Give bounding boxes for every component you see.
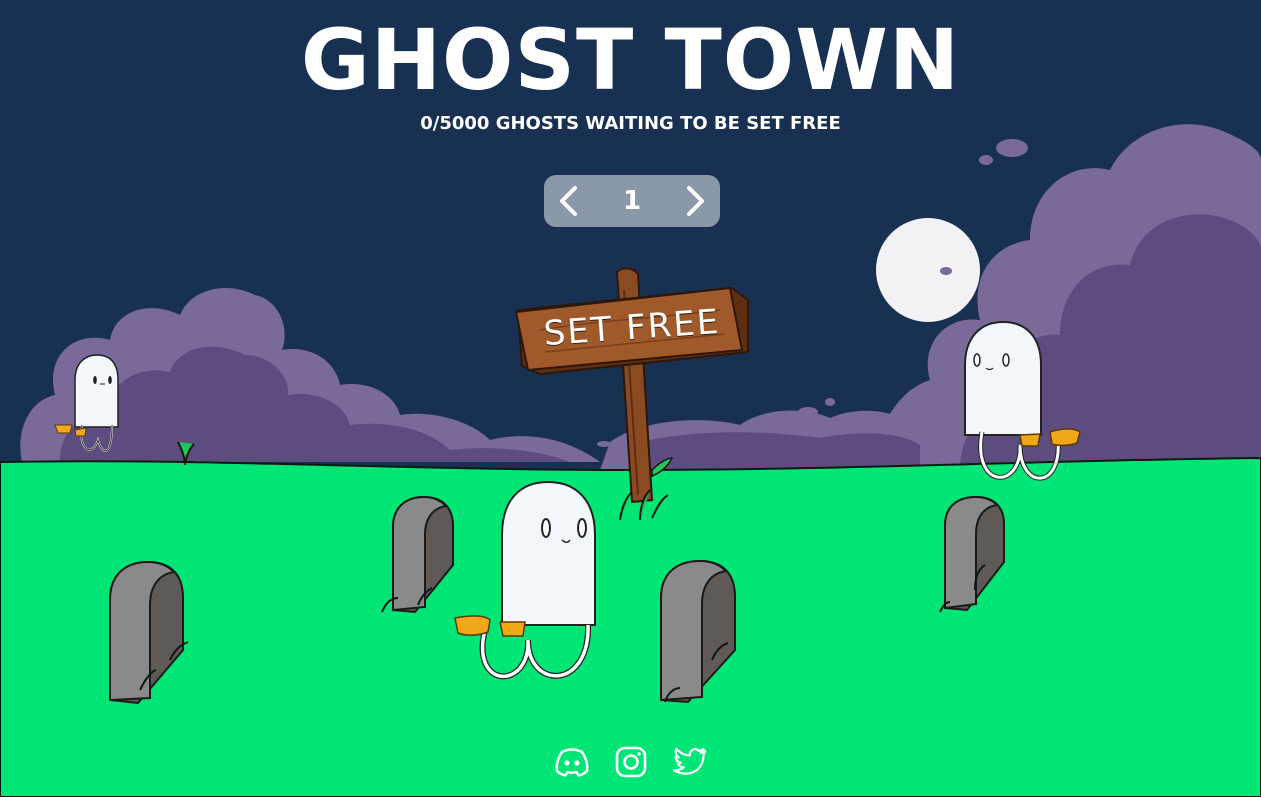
- chevron-right-icon: [687, 186, 704, 216]
- instagram-icon: [615, 746, 647, 778]
- twitter-icon: [673, 747, 707, 775]
- discord-link[interactable]: [552, 742, 592, 782]
- set-free-label: SET FREE: [542, 301, 722, 355]
- set-free-button[interactable]: SET FREE: [512, 284, 752, 376]
- page-title: GHOST TOWN: [300, 11, 961, 109]
- ghost-counter: 0/5000 GHOSTS WAITING TO BE SET FREE: [420, 113, 841, 134]
- next-button[interactable]: [670, 175, 720, 227]
- discord-icon: [555, 748, 589, 777]
- chevron-left-icon: [560, 186, 577, 216]
- instagram-link[interactable]: [611, 742, 651, 782]
- twitter-link[interactable]: [670, 742, 710, 782]
- previous-button[interactable]: [544, 175, 594, 227]
- ghost-number: 1: [622, 186, 642, 216]
- ghost-pager: 1: [544, 175, 720, 227]
- moon: [876, 218, 980, 322]
